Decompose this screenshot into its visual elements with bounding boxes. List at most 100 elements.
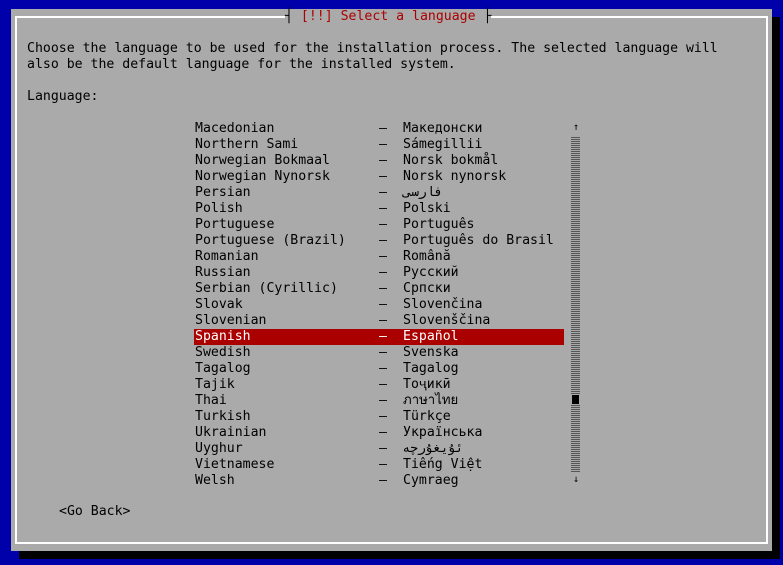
- scrollbar-thumb[interactable]: [571, 395, 580, 404]
- language-separator: –: [379, 425, 387, 440]
- dialog-shadow-bottom: [19, 551, 780, 559]
- description-line-2: also be the default language for the ins…: [27, 57, 456, 72]
- go-back-button[interactable]: <Go Back>: [59, 504, 130, 520]
- language-option[interactable]: Slovak – Slovenčina: [194, 297, 564, 313]
- language-separator: –: [379, 473, 387, 488]
- dialog-title: ┤ [!!] Select a language ├: [285, 9, 492, 25]
- language-native-name: Tiếng Việt: [403, 457, 483, 472]
- language-name: Norwegian Nynorsk: [195, 169, 330, 184]
- dialog-title-text: [!!] Select a language: [300, 9, 476, 24]
- language-option[interactable]: Serbian (Cyrillic) – Српски: [194, 281, 564, 297]
- language-option[interactable]: Macedonian – Македонски: [194, 121, 564, 137]
- language-native-name: Norsk bokmål: [403, 153, 499, 168]
- language-option[interactable]: Portuguese – Português: [194, 217, 564, 233]
- language-separator: –: [379, 313, 387, 328]
- language-option[interactable]: Polish – Polski: [194, 201, 564, 217]
- language-name: Macedonian: [195, 121, 275, 136]
- language-name: Uyghur: [195, 441, 243, 456]
- language-native-name: Тоҷикӣ: [403, 377, 451, 392]
- language-option[interactable]: Northern Sami – Sámegillii: [194, 137, 564, 153]
- language-option-selected[interactable]: Spanish – Español: [194, 329, 564, 345]
- language-name: Thai: [195, 393, 227, 408]
- language-name: Vietnamese: [195, 457, 275, 472]
- dialog-shadow-right: [772, 17, 780, 559]
- scroll-up-arrow-icon[interactable]: ↑: [571, 123, 581, 133]
- language-native-name: ئۇيغۇرچە: [403, 441, 464, 456]
- language-name: Slovenian: [195, 313, 267, 328]
- language-separator: –: [379, 441, 387, 456]
- language-option[interactable]: Slovenian – Slovenščina: [194, 313, 564, 329]
- language-name: Turkish: [195, 409, 251, 424]
- language-separator: –: [379, 169, 387, 184]
- language-separator: –: [379, 329, 387, 344]
- language-option[interactable]: Persian – فارسی: [194, 185, 564, 201]
- language-separator: –: [379, 297, 387, 312]
- language-native-name: Slovenščina: [403, 313, 491, 328]
- language-option[interactable]: Romanian – Română: [194, 249, 564, 265]
- language-native-name: Українська: [403, 425, 483, 440]
- scrollbar-track[interactable]: [571, 137, 580, 472]
- language-separator: –: [379, 185, 387, 200]
- language-list[interactable]: Macedonian – Македонски Northern Sami – Sámeg…: [194, 121, 564, 489]
- language-separator: –: [379, 345, 387, 360]
- language-separator: –: [379, 393, 387, 408]
- language-native-name: Sámegillii: [403, 137, 483, 152]
- language-separator: –: [379, 233, 387, 248]
- language-native-name: Türkçe: [403, 409, 451, 424]
- language-name: Tajik: [195, 377, 235, 392]
- language-native-name: ภาษาไทย: [403, 393, 459, 408]
- language-name: Slovak: [195, 297, 243, 312]
- language-name: Spanish: [195, 329, 251, 344]
- language-native-name: Español: [403, 329, 459, 344]
- language-separator: –: [379, 361, 387, 376]
- language-native-name: Svenska: [403, 345, 459, 360]
- language-native-name: Cymraeg: [403, 473, 459, 488]
- language-option[interactable]: Portuguese (Brazil) – Português do Brasil: [194, 233, 564, 249]
- language-option[interactable]: Turkish – Türkçe: [194, 409, 564, 425]
- language-separator: –: [379, 377, 387, 392]
- language-native-name: Tagalog: [403, 361, 459, 376]
- language-option[interactable]: Uyghur – ئۇيغۇرچە: [194, 441, 564, 457]
- language-name: Russian: [195, 265, 251, 280]
- language-name: Welsh: [195, 473, 235, 488]
- language-name: Ukrainian: [195, 425, 267, 440]
- language-option[interactable]: Thai – ภาษาไทย: [194, 393, 564, 409]
- language-option[interactable]: Tagalog – Tagalog: [194, 361, 564, 377]
- language-native-name: Polski: [403, 201, 451, 216]
- scroll-down-arrow-icon[interactable]: ↓: [571, 475, 581, 485]
- language-separator: –: [379, 201, 387, 216]
- language-option[interactable]: Norwegian Nynorsk – Norsk nynorsk: [194, 169, 564, 185]
- language-native-name: Македонски: [403, 121, 483, 136]
- language-option[interactable]: Ukrainian – Українська: [194, 425, 564, 441]
- language-option[interactable]: Tajik – Тоҷикӣ: [194, 377, 564, 393]
- description-line-1: Choose the language to be used for the i…: [27, 41, 718, 56]
- language-dialog: ┤ [!!] Select a language ├ Choose the la…: [11, 9, 772, 551]
- language-separator: –: [379, 249, 387, 264]
- language-separator: –: [379, 265, 387, 280]
- language-option[interactable]: Swedish – Svenska: [194, 345, 564, 361]
- language-native-name: Română: [403, 249, 451, 264]
- language-separator: –: [379, 137, 387, 152]
- language-name: Swedish: [195, 345, 251, 360]
- language-native-name: Norsk nynorsk: [403, 169, 507, 184]
- language-separator: –: [379, 281, 387, 296]
- language-name: Persian: [195, 185, 251, 200]
- language-name: Serbian (Cyrillic): [195, 281, 338, 296]
- language-separator: –: [379, 217, 387, 232]
- language-separator: –: [379, 153, 387, 168]
- language-native-name: Русский: [403, 265, 459, 280]
- language-name: Portuguese: [195, 217, 275, 232]
- language-option[interactable]: Russian – Русский: [194, 265, 564, 281]
- language-native-name: Српски: [403, 281, 451, 296]
- language-name: Polish: [195, 201, 243, 216]
- language-native-name: Português do Brasil: [403, 233, 554, 248]
- language-option[interactable]: Welsh – Cymraeg: [194, 473, 564, 489]
- language-separator: –: [379, 457, 387, 472]
- language-separator: –: [379, 121, 387, 136]
- language-native-name: Slovenčina: [403, 297, 483, 312]
- language-option[interactable]: Norwegian Bokmaal – Norsk bokmål: [194, 153, 564, 169]
- language-option[interactable]: Vietnamese – Tiếng Việt: [194, 457, 564, 473]
- language-name: Romanian: [195, 249, 259, 264]
- language-native-name: فارسی: [403, 185, 443, 200]
- language-field-label: Language:: [27, 89, 99, 104]
